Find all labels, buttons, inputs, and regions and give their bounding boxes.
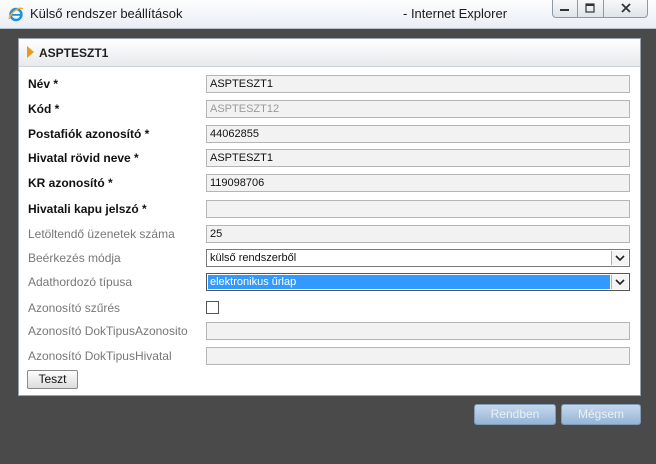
- close-button[interactable]: [604, 0, 648, 18]
- row-office-short-name: Hivatal rövid neve * ASPTESZT1: [19, 147, 640, 171]
- row-kr-id: KR azonosító * 119098706: [19, 172, 640, 196]
- expand-arrow-icon: [27, 46, 34, 58]
- row-doctype-office: Azonosító DokTipusHivatal: [19, 345, 640, 369]
- minimize-icon: [560, 9, 569, 11]
- panel-title: ASPTESZT1: [39, 46, 109, 60]
- doctype-id-field[interactable]: [206, 322, 630, 340]
- arrival-mode-label: Beérkezés módja: [28, 251, 121, 265]
- maximize-button[interactable]: [578, 0, 604, 18]
- internet-explorer-icon: [8, 7, 24, 22]
- doctype-id-label: Azonosító DokTipusAzonosito: [28, 324, 188, 338]
- browser-name: - Internet Explorer: [403, 6, 508, 21]
- gateway-password-label: Hivatali kapu jelszó *: [28, 202, 147, 216]
- cancel-button[interactable]: Mégsem: [561, 404, 641, 425]
- arrival-mode-dropdown-button[interactable]: [611, 251, 628, 265]
- mailbox-id-field[interactable]: 44062855: [206, 125, 630, 143]
- row-mailbox-id: Postafiók azonosító * 44062855: [19, 123, 640, 147]
- message-count-label: Letöltendő üzenetek száma: [28, 227, 175, 241]
- name-field[interactable]: ASPTESZT1: [206, 75, 630, 93]
- message-count-field[interactable]: 25: [206, 225, 630, 243]
- code-label: Kód *: [28, 102, 60, 116]
- row-doctype-id: Azonosító DokTipusAzonosito: [19, 320, 640, 344]
- arrival-mode-value: külső rendszerből: [210, 252, 297, 264]
- test-button[interactable]: Teszt: [27, 370, 78, 389]
- media-type-label: Adathordozó típusa: [28, 275, 133, 289]
- name-label: Név *: [28, 77, 59, 91]
- kr-id-label: KR azonosító *: [28, 176, 113, 190]
- window-title: Külső rendszer beállítások: [30, 6, 183, 21]
- window-titlebar: Külső rendszer beállítások - Internet Ex…: [0, 0, 656, 29]
- mailbox-id-label: Postafiók azonosító *: [28, 127, 150, 141]
- row-code: Kód * ASPTESZT12: [19, 98, 640, 122]
- row-id-filter: Azonosító szűrés: [19, 297, 640, 321]
- panel-header: ASPTESZT1: [19, 39, 640, 67]
- row-media-type: Adathordozó típusa elektronikus űrlap: [19, 271, 640, 295]
- id-filter-label: Azonosító szűrés: [28, 301, 121, 315]
- settings-panel: ASPTESZT1 Név * ASPTESZT1 Kód * ASPTESZT…: [18, 38, 641, 396]
- media-type-value: elektronikus űrlap: [208, 275, 610, 289]
- office-short-name-field[interactable]: ASPTESZT1: [206, 149, 630, 167]
- close-icon: [621, 3, 631, 13]
- row-name: Név * ASPTESZT1: [19, 73, 640, 97]
- chevron-down-icon: [615, 255, 625, 262]
- chevron-down-icon: [615, 279, 625, 286]
- ok-button[interactable]: Rendben: [474, 404, 556, 425]
- gateway-password-field[interactable]: [206, 200, 630, 218]
- office-short-name-label: Hivatal rövid neve *: [28, 151, 139, 165]
- code-field: ASPTESZT12: [206, 100, 630, 118]
- maximize-icon: [585, 3, 595, 13]
- media-type-select[interactable]: elektronikus űrlap: [206, 273, 630, 291]
- row-gateway-password: Hivatali kapu jelszó *: [19, 198, 640, 222]
- row-arrival-mode: Beérkezés módja külső rendszerből: [19, 247, 640, 271]
- id-filter-checkbox[interactable]: [206, 301, 219, 314]
- minimize-button[interactable]: [552, 0, 578, 18]
- kr-id-field[interactable]: 119098706: [206, 174, 630, 192]
- media-type-dropdown-button[interactable]: [611, 275, 628, 289]
- doctype-office-field[interactable]: [206, 347, 630, 365]
- doctype-office-label: Azonosító DokTipusHivatal: [28, 349, 172, 363]
- arrival-mode-select[interactable]: külső rendszerből: [206, 249, 630, 267]
- row-message-count: Letöltendő üzenetek száma 25: [19, 223, 640, 247]
